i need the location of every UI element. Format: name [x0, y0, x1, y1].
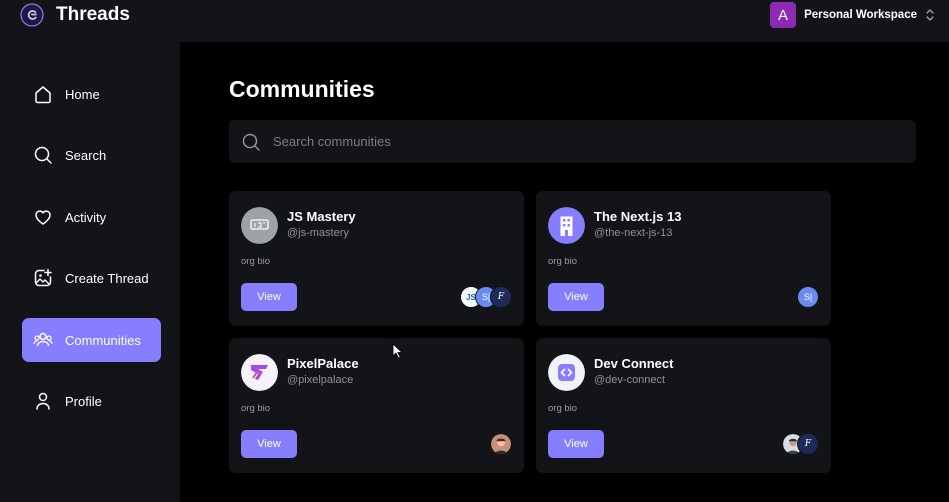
sidebar-item-search[interactable]: Search: [22, 133, 161, 177]
community-name[interactable]: The Next.js 13: [594, 209, 681, 224]
community-avatar[interactable]: [548, 354, 585, 391]
user-icon: [36, 392, 50, 410]
community-bio: org bio: [548, 256, 578, 267]
community-handle: @the-next-js-13: [594, 227, 673, 239]
sidebar-item-label: Create Thread: [65, 270, 149, 286]
community-handle: @pixelpalace: [287, 374, 354, 386]
community-name[interactable]: PixelPalace: [287, 356, 359, 371]
workspace-name: Personal Workspace: [804, 9, 917, 21]
view-button[interactable]: View: [241, 430, 297, 458]
sidebar-item-profile[interactable]: Profile: [22, 379, 161, 423]
view-button[interactable]: View: [548, 283, 604, 311]
chevron-up-down-icon: [926, 9, 934, 21]
member-avatars: F: [782, 433, 819, 455]
member-avatar: F: [797, 433, 819, 455]
community-avatar[interactable]: [241, 207, 278, 244]
member-avatar-photo: [490, 433, 512, 455]
search-icon: [34, 146, 52, 164]
community-card: Dev Connect @dev-connect org bio View F: [536, 338, 831, 473]
left-sidebar: Home Search Activity Create Thread Commu…: [0, 42, 180, 502]
search-bar[interactable]: [229, 120, 916, 163]
sidebar-item-activity[interactable]: Activity: [22, 195, 161, 239]
member-avatars: F S| JS: [460, 286, 512, 308]
community-handle: @dev-connect: [594, 374, 666, 386]
community-card: The Next.js 13 @the-next-js-13 org bio V…: [536, 191, 831, 326]
home-icon: [35, 86, 51, 104]
member-avatars: [490, 433, 512, 455]
member-avatar: F: [490, 286, 512, 308]
community-name[interactable]: JS Mastery: [287, 209, 356, 224]
search-input[interactable]: [273, 134, 873, 149]
view-button[interactable]: View: [241, 283, 297, 311]
members-icon: [33, 332, 53, 347]
gallery-add-icon: [34, 268, 52, 287]
community-card: PixelPalace @pixelpalace org bio View: [229, 338, 524, 473]
brand-name[interactable]: Threads: [56, 4, 130, 26]
community-name[interactable]: Dev Connect: [594, 356, 673, 371]
community-bio: org bio: [241, 403, 271, 414]
main-content: Communities JS Mastery @js-mastery org b…: [180, 42, 949, 502]
search-icon: [242, 133, 260, 151]
sidebar-item-label: Home: [65, 86, 100, 102]
page-title: Communities: [229, 76, 375, 102]
workspace-avatar: A: [770, 2, 797, 28]
member-avatars: S|: [797, 286, 819, 308]
sidebar-item-label: Activity: [65, 209, 107, 225]
workspace-switcher[interactable]: A Personal Workspace: [770, 2, 935, 28]
sidebar-item-home[interactable]: Home: [22, 72, 161, 116]
sidebar-item-create-thread[interactable]: Create Thread: [22, 256, 161, 300]
community-handle: @js-mastery: [287, 227, 349, 239]
sidebar-item-label: Communities: [65, 332, 141, 348]
member-avatar: S|: [797, 286, 819, 308]
community-avatar[interactable]: [548, 207, 585, 244]
threads-logo-icon[interactable]: [20, 3, 44, 27]
sidebar-item-label: Search: [65, 147, 107, 163]
community-bio: org bio: [548, 403, 578, 414]
sidebar-item-communities[interactable]: Communities: [22, 318, 161, 362]
community-card: JS Mastery @js-mastery org bio View F S|…: [229, 191, 524, 326]
community-avatar[interactable]: [241, 354, 278, 391]
community-bio: org bio: [241, 256, 271, 267]
view-button[interactable]: View: [548, 430, 604, 458]
mouse-pointer-icon: [392, 343, 403, 359]
heart-icon: [35, 210, 51, 225]
sidebar-item-label: Profile: [65, 393, 102, 409]
top-bar: Threads A Personal Workspace: [0, 0, 949, 42]
